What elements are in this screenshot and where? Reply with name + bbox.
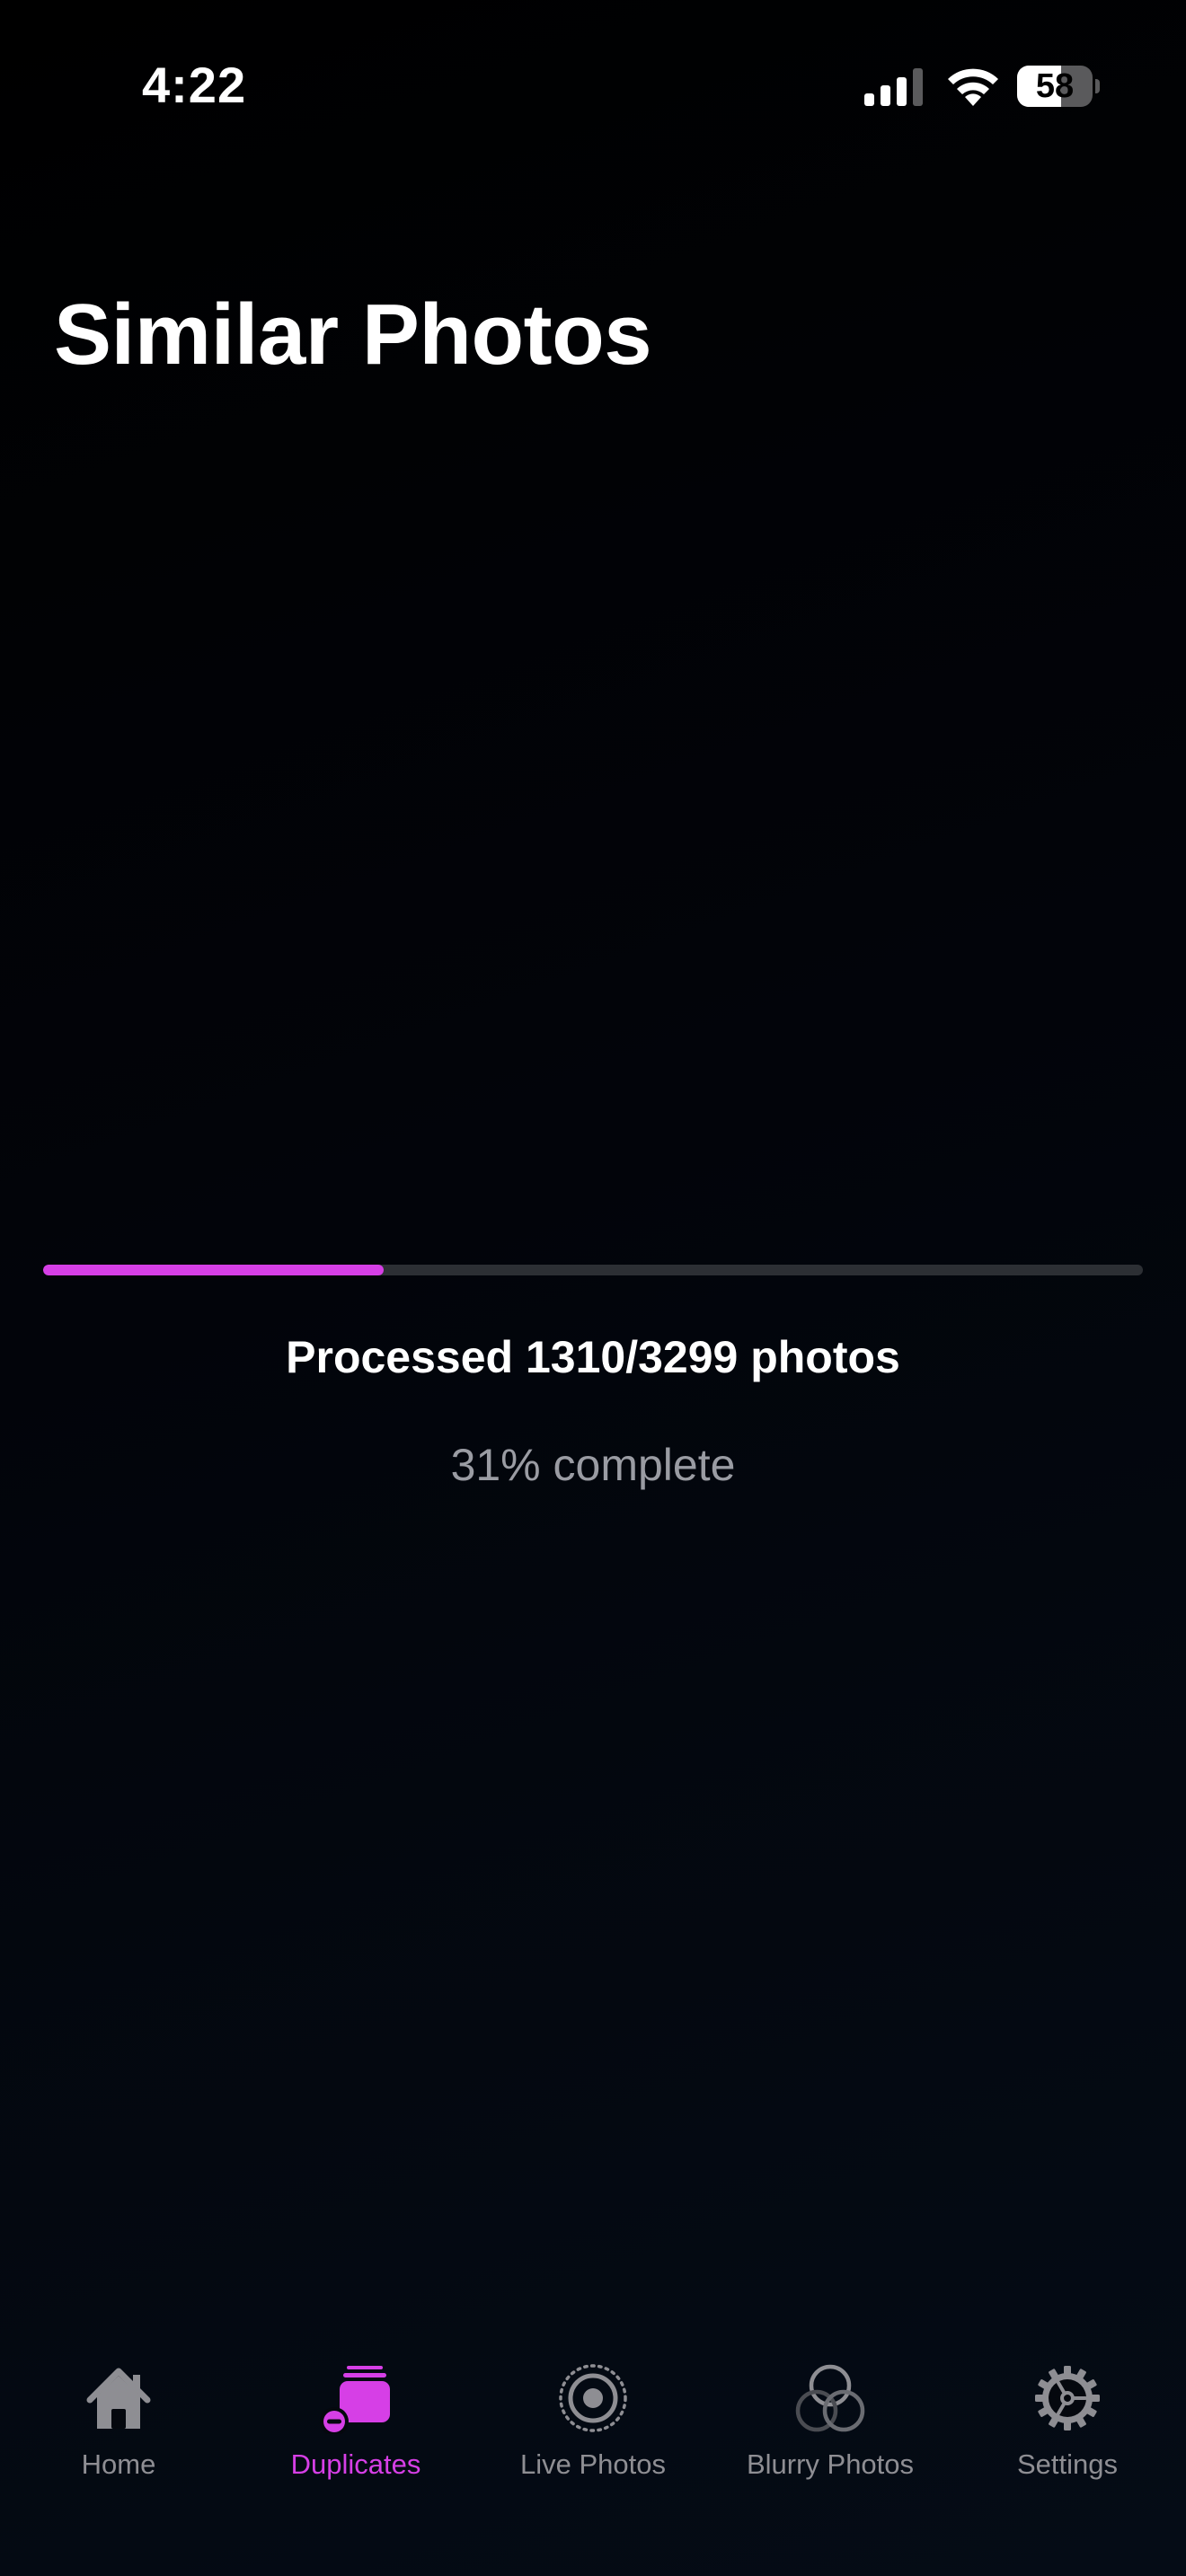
wifi-icon	[948, 68, 998, 106]
gear-icon	[1035, 2366, 1100, 2430]
live-photo-icon	[559, 2364, 627, 2432]
app-screen: 4:22 58 Similar Photos Processed 1310/32…	[0, 0, 1186, 2576]
house-icon	[86, 2368, 151, 2429]
tab-live-photos-label: Live Photos	[520, 2448, 666, 2480]
tab-duplicates-label: Duplicates	[290, 2448, 421, 2480]
scan-progress-bar	[43, 1265, 1143, 1275]
blurry-circles-icon	[795, 2364, 865, 2432]
duplicates-stack-icon	[320, 2366, 390, 2434]
tab-settings[interactable]: Settings	[949, 2335, 1186, 2497]
cellular-signal-icon	[864, 68, 923, 106]
percent-complete-label: 31% complete	[450, 1440, 736, 1490]
battery-body: 58	[1017, 66, 1093, 107]
tab-blurry-photos-label: Blurry Photos	[746, 2448, 915, 2480]
status-bar: 4:22 58	[0, 0, 1186, 171]
battery-tip	[1095, 79, 1100, 93]
battery-level: 58	[1035, 67, 1075, 105]
tab-blurry-photos[interactable]: Blurry Photos	[712, 2335, 949, 2497]
page-title: Similar Photos	[54, 287, 652, 383]
tab-bar: Home Duplicates Live Photos Blurry Photo…	[0, 2335, 1186, 2576]
tab-home[interactable]: Home	[0, 2335, 237, 2497]
tab-duplicates[interactable]: Duplicates	[237, 2335, 474, 2497]
status-time: 4:22	[142, 57, 247, 113]
scan-progress-fill	[43, 1265, 385, 1275]
tab-home-label: Home	[81, 2448, 156, 2480]
processed-count-label: Processed 1310/3299 photos	[286, 1332, 900, 1382]
tab-live-photos[interactable]: Live Photos	[474, 2335, 712, 2497]
tab-settings-label: Settings	[1016, 2448, 1118, 2480]
battery-icon: 58	[1017, 66, 1100, 107]
